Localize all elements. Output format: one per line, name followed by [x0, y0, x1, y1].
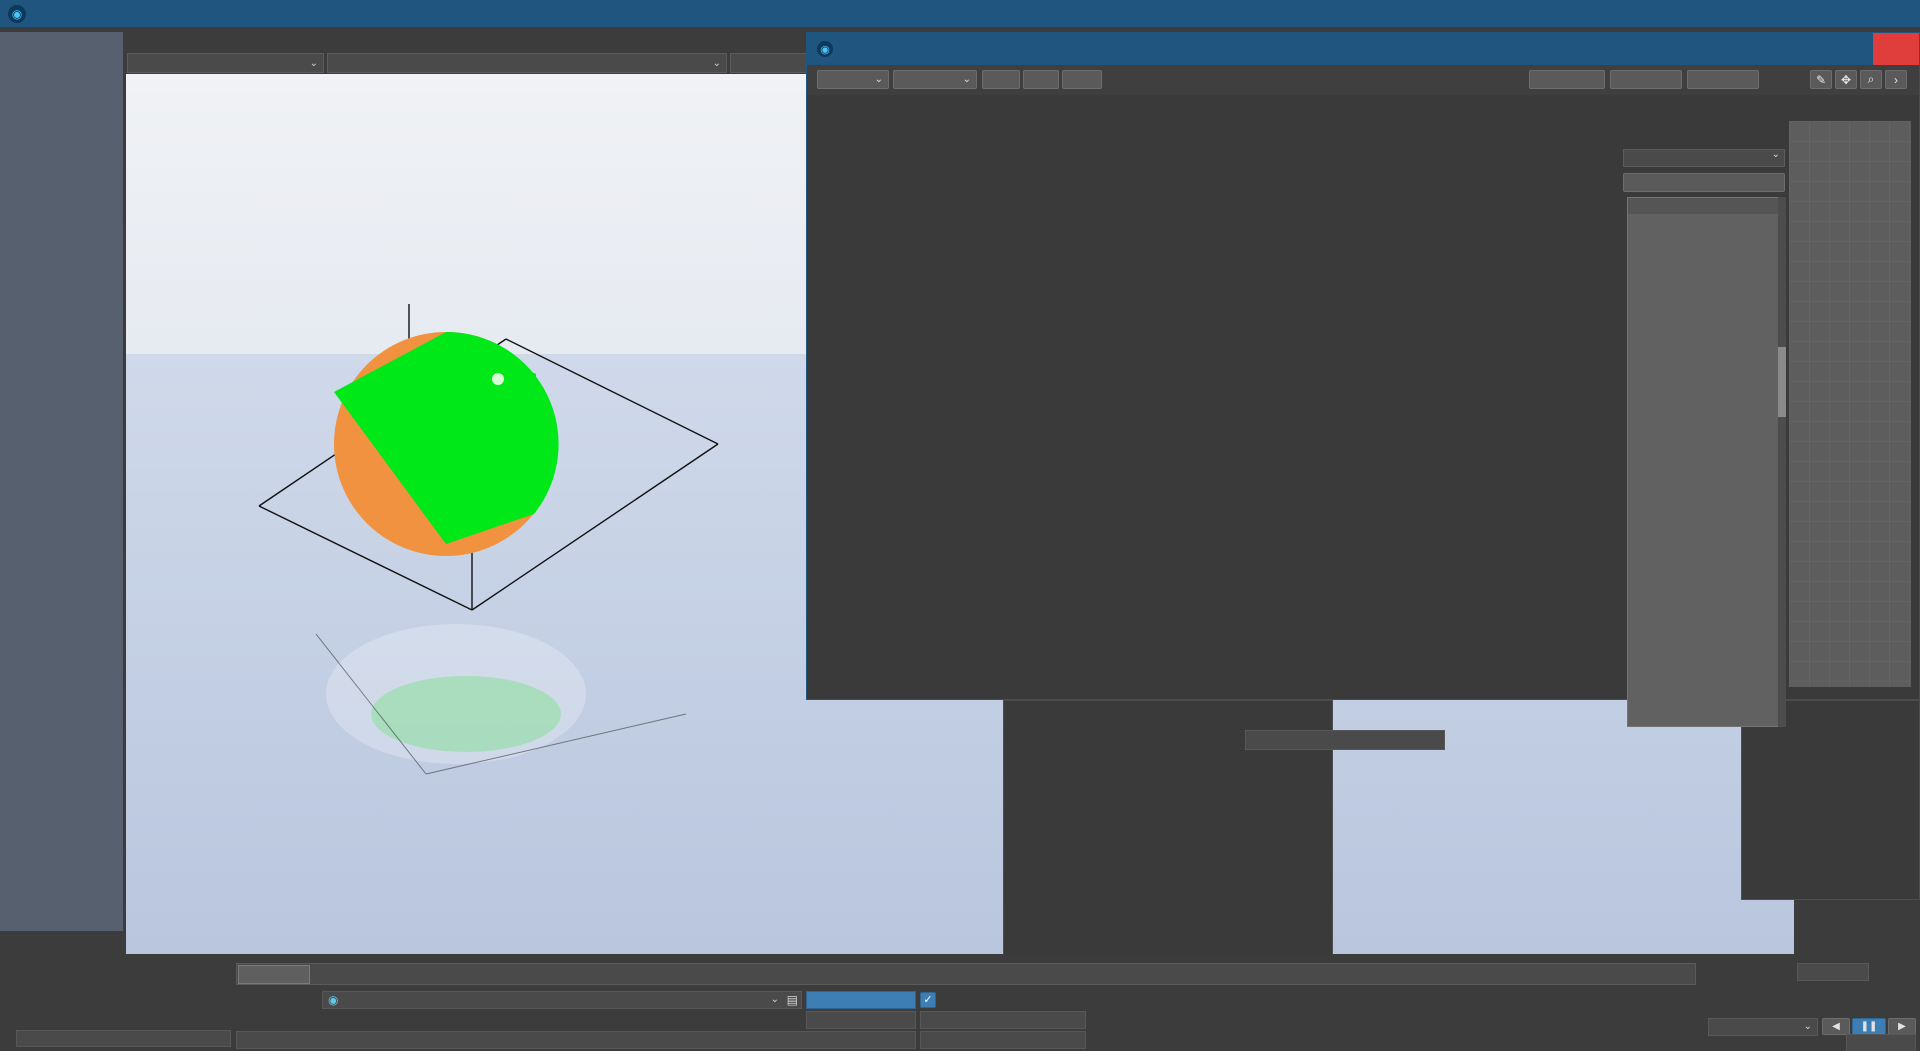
node-editor-window-controls	[1781, 33, 1919, 65]
automatic-multithreading-label	[1550, 900, 1770, 920]
list-icon: ▤	[786, 993, 798, 1007]
pin-icon[interactable]: ✎	[1810, 70, 1832, 89]
tree-scrollbar-thumb[interactable]	[1778, 347, 1786, 417]
chevron-down-icon: ⌄	[770, 994, 779, 1005]
redo-button[interactable]	[1023, 70, 1059, 89]
play-button[interactable]: ▶	[1888, 1018, 1916, 1035]
timeline-ruler[interactable]	[236, 963, 1696, 985]
step-field[interactable]	[1846, 1034, 1916, 1051]
properties-button[interactable]	[806, 991, 916, 1009]
minimize-button[interactable]	[1782, 0, 1828, 27]
tree-header	[1628, 198, 1778, 214]
maximize-button[interactable]	[1828, 0, 1874, 27]
node-graph-canvas[interactable]	[1789, 121, 1911, 687]
chevron-down-icon: ⌄	[1771, 149, 1780, 160]
properties-checkbox[interactable]: ✓	[920, 992, 936, 1008]
selection-count	[806, 1011, 916, 1029]
node-search-input[interactable]: ⌄	[1623, 149, 1785, 167]
window-controls	[1782, 0, 1920, 27]
play-reverse-button[interactable]: ◀	[1822, 1018, 1850, 1035]
close-button[interactable]	[1874, 0, 1920, 27]
ne-maximize-button[interactable]	[1827, 33, 1873, 65]
search-icon[interactable]: ⌕	[1860, 70, 1882, 89]
enable-despike-label	[1245, 730, 1445, 750]
current-item-dropdown[interactable]: ◉ ⌄ ▤	[322, 991, 802, 1009]
update-button[interactable]	[1610, 70, 1682, 89]
render-mode-dropdown[interactable]: ⌄	[327, 53, 727, 73]
options-button[interactable]	[1687, 70, 1759, 89]
node-category-tree[interactable]	[1627, 197, 1779, 727]
filter-options-label	[1245, 810, 1445, 830]
chevron-down-icon: ⌄	[1803, 1021, 1812, 1032]
lightwave-logo-icon: ◉	[817, 41, 833, 57]
edit-menu-button[interactable]: ⌄	[893, 70, 977, 89]
pause-button[interactable]: ❚❚	[1852, 1018, 1886, 1035]
purge-button[interactable]	[1062, 70, 1102, 89]
add-node-button[interactable]: ⌄	[817, 70, 889, 89]
preview-dropdown[interactable]: ⌄	[1708, 1018, 1818, 1036]
delete-key-button[interactable]	[920, 1031, 1086, 1049]
tree-scrollbar[interactable]	[1778, 197, 1786, 727]
view-mode-dropdown[interactable]: ⌄	[127, 53, 324, 73]
timeline-playhead[interactable]	[238, 965, 310, 984]
add-selected-nodes-button[interactable]	[1623, 173, 1785, 192]
lightwave-logo-icon: ◉	[8, 4, 26, 23]
ne-minimize-button[interactable]	[1781, 33, 1827, 65]
undo-button[interactable]	[982, 70, 1020, 89]
chevron-down-icon: ⌄	[962, 74, 971, 85]
frame-end-field[interactable]	[1797, 963, 1869, 981]
tertight-label	[1245, 870, 1445, 890]
node-editor-window[interactable]: ◉ ⌄ ⌄ ✎ ✥ ⌕ › ⌄	[806, 32, 1920, 727]
tidy-nodes-button[interactable]	[1529, 70, 1605, 89]
move-icon[interactable]: ✥	[1835, 70, 1857, 89]
node-editor-toolbar[interactable]: ⌄ ⌄ ✎ ✥ ⌕ ›	[807, 65, 1919, 95]
chevron-down-icon: ⌄	[712, 58, 721, 69]
node-editor-titlebar: ◉	[807, 33, 1919, 65]
canvas-grid	[1789, 121, 1911, 687]
ne-close-button[interactable]	[1873, 33, 1919, 65]
grid-readout	[16, 1030, 231, 1047]
left-sidebar[interactable]	[0, 32, 123, 931]
chevron-down-icon: ⌄	[309, 58, 318, 69]
chevron-right-icon[interactable]: ›	[1885, 70, 1907, 89]
chevron-down-icon: ⌄	[874, 74, 883, 85]
app-titlebar: ◉	[0, 0, 1920, 27]
status-text	[236, 1031, 916, 1049]
right-dock-panel[interactable]	[1741, 700, 1920, 900]
create-key-button[interactable]	[920, 1011, 1086, 1029]
